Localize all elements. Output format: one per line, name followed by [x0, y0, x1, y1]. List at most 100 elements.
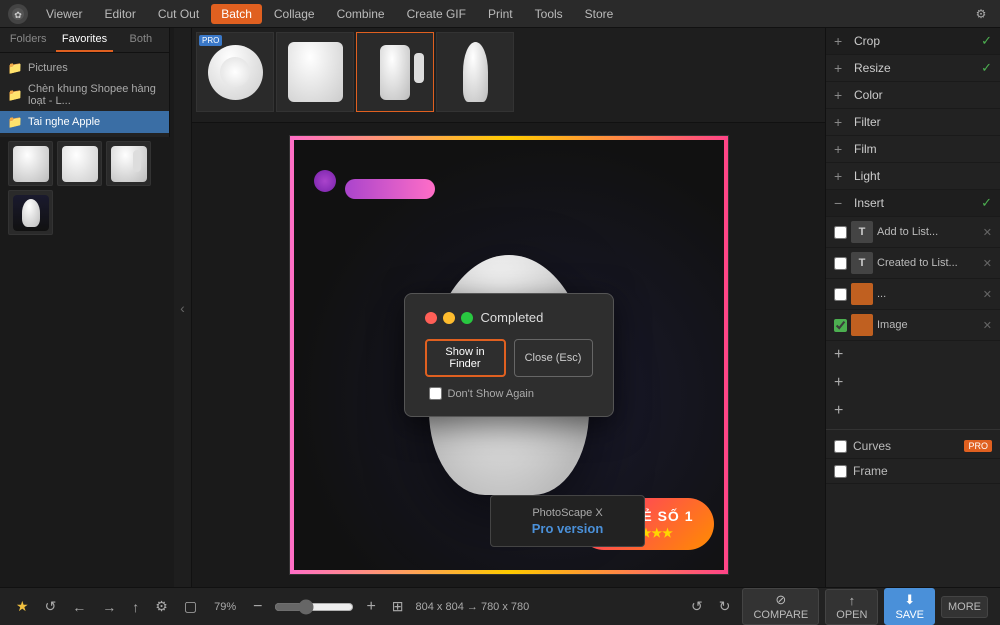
nav-tools[interactable]: Tools [525, 4, 573, 24]
panel-film-label: Film [854, 142, 992, 156]
resize-check-icon: ✓ [981, 60, 992, 76]
crop-check-icon: ✓ [981, 33, 992, 49]
layer-4-checkbox[interactable] [834, 319, 847, 332]
rotate-right-icon[interactable]: ↻ [715, 596, 735, 617]
zoom-slider[interactable] [274, 599, 354, 615]
strip-thumb-3[interactable] [356, 32, 434, 112]
panel-light-row[interactable]: + Light [826, 163, 1000, 190]
panel-filter-row[interactable]: + Filter [826, 109, 1000, 136]
layer-3-thumb [851, 283, 873, 305]
panel-add-row-3[interactable]: + [826, 397, 1000, 425]
tab-folders[interactable]: Folders [0, 28, 56, 52]
strip-thumb-1[interactable]: PRO [196, 32, 274, 112]
layer-4-delete[interactable]: ✕ [983, 319, 992, 332]
layer-row-3: ... ✕ [826, 279, 1000, 310]
sidebar-tree: 📁 Pictures 📁 Chèn khung Shopee hàng loạt… [0, 53, 169, 137]
nav-collage[interactable]: Collage [264, 4, 325, 24]
panel-insert-row[interactable]: − Insert ✓ [826, 190, 1000, 217]
layer-1-checkbox[interactable] [834, 226, 847, 239]
panel-curves-row[interactable]: Curves PRO [826, 434, 1000, 459]
rotate-left-icon[interactable]: ↺ [687, 596, 707, 617]
app-logo: ✿ [8, 4, 28, 24]
nav-print[interactable]: Print [478, 4, 523, 24]
tree-item-label: Tai nghe Apple [28, 116, 100, 128]
left-nav-arrow[interactable]: ‹ [174, 28, 192, 587]
layer-3-delete[interactable]: ✕ [983, 288, 992, 301]
canvas-size-info: 804 x 804 → 780 x 780 [416, 601, 530, 613]
panel-resize-row[interactable]: + Resize ✓ [826, 55, 1000, 82]
panel-add-row-1[interactable]: + [826, 341, 1000, 369]
close-esc-button[interactable]: Close (Esc) [514, 339, 593, 377]
open-label: OPEN [836, 609, 867, 621]
layer-4-thumb [851, 314, 873, 336]
open-button[interactable]: ↑ OPEN [825, 589, 878, 625]
page-icon[interactable]: ⊞ [388, 596, 408, 617]
zoom-in-icon[interactable]: + [362, 596, 379, 618]
star-icon[interactable]: ★ [12, 596, 33, 617]
forward-icon[interactable]: → [98, 597, 120, 617]
panel-crop-row[interactable]: + Crop ✓ [826, 28, 1000, 55]
minus-icon: − [834, 195, 848, 211]
save-button[interactable]: ⬇ SAVE [884, 588, 935, 625]
panel-frame-row[interactable]: Frame [826, 459, 1000, 484]
panel-add-row-2[interactable]: + [826, 369, 1000, 397]
tree-item-pictures[interactable]: 📁 Pictures [0, 57, 169, 79]
nav-cutout[interactable]: Cut Out [148, 4, 209, 24]
settings-icon[interactable]: ⚙ [970, 3, 992, 25]
sidebar-tabs: Folders Favorites Both [0, 28, 169, 53]
strip-thumb-4[interactable] [436, 32, 514, 112]
center-area: PRO [192, 28, 825, 587]
layer-3-checkbox[interactable] [834, 288, 847, 301]
canvas-decoration [314, 170, 435, 199]
back-icon[interactable]: ← [68, 597, 90, 617]
small-thumb-2[interactable] [57, 141, 102, 186]
folder-icon: 📁 [8, 115, 22, 129]
upload-icon[interactable]: ↑ [128, 597, 143, 617]
traffic-lights [425, 312, 473, 324]
layer-1-name: Add to List... [877, 226, 979, 238]
compare-icon: ⊘ [775, 592, 786, 608]
frame-toggle-icon[interactable]: ▢ [180, 596, 201, 617]
tab-favorites[interactable]: Favorites [56, 28, 112, 52]
panel-film-row[interactable]: + Film [826, 136, 1000, 163]
nav-creategif[interactable]: Create GIF [397, 4, 476, 24]
tree-item-apple[interactable]: 📁 Tai nghe Apple [0, 111, 169, 133]
nav-viewer[interactable]: Viewer [36, 4, 92, 24]
compare-button[interactable]: ⊘ COMPARE [742, 588, 819, 625]
panel-divider [826, 429, 1000, 430]
settings-gear-icon[interactable]: ⚙ [151, 596, 172, 617]
left-column: Folders Favorites Both 📁 Pictures 📁 Chèn… [0, 28, 174, 587]
traffic-light-green[interactable] [461, 312, 473, 324]
layer-2-delete[interactable]: ✕ [983, 257, 992, 270]
dont-show-again-checkbox[interactable] [429, 387, 442, 400]
small-thumb-1[interactable] [8, 141, 53, 186]
panel-color-row[interactable]: + Color [826, 82, 1000, 109]
small-thumb-3[interactable] [106, 141, 151, 186]
refresh-icon[interactable]: ↺ [41, 596, 61, 617]
nav-store[interactable]: Store [575, 4, 624, 24]
zoom-out-icon[interactable]: − [249, 596, 266, 618]
nav-combine[interactable]: Combine [327, 4, 395, 24]
nav-editor[interactable]: Editor [94, 4, 145, 24]
more-button[interactable]: MORE [941, 596, 988, 618]
traffic-light-red[interactable] [425, 312, 437, 324]
promo-banner[interactable]: PhotoScape X Pro version [490, 495, 645, 547]
promo-line1: PhotoScape X [532, 507, 602, 519]
strip-thumb-2[interactable] [276, 32, 354, 112]
bottom-bar: ★ ↺ ← → ↑ ⚙ ▢ 79% − + ⊞ 804 x 804 → 780 … [0, 587, 1000, 625]
tab-both[interactable]: Both [113, 28, 169, 52]
nav-batch[interactable]: Batch [211, 4, 262, 24]
curves-checkbox[interactable] [834, 440, 847, 453]
plus-icon: + [834, 114, 848, 130]
tree-item-label: Pictures [28, 62, 68, 74]
layer-1-delete[interactable]: ✕ [983, 226, 992, 239]
frame-checkbox[interactable] [834, 465, 847, 478]
layer-2-checkbox[interactable] [834, 257, 847, 270]
small-thumb-4[interactable] [8, 190, 53, 235]
modal-title-text: Completed [481, 310, 544, 325]
show-in-finder-button[interactable]: Show in Finder [425, 339, 506, 377]
tree-item-shopee[interactable]: 📁 Chèn khung Shopee hàng loạt - L... [0, 79, 169, 111]
plus-icon: + [834, 60, 848, 76]
plus-icon: + [834, 168, 848, 184]
traffic-light-yellow[interactable] [443, 312, 455, 324]
